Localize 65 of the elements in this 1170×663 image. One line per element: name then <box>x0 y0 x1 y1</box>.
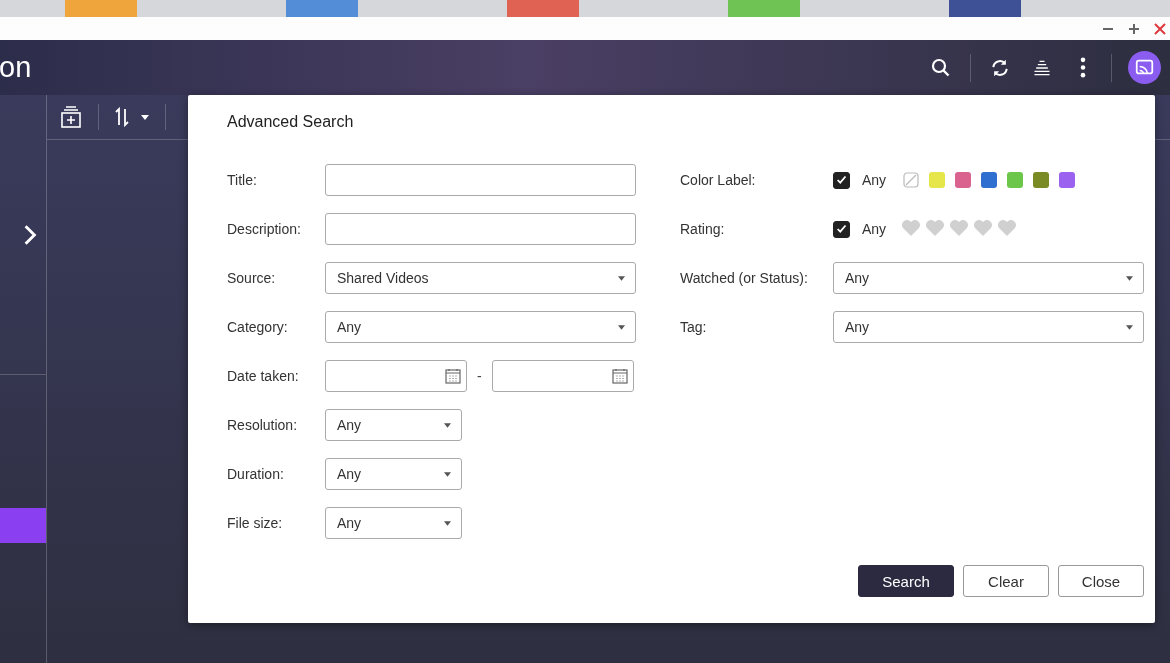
color-swatch[interactable] <box>1059 172 1076 188</box>
text-field[interactable] <box>325 164 636 196</box>
caret-icon <box>1126 275 1133 281</box>
any-label: Any <box>862 172 887 188</box>
close-icon[interactable] <box>1154 22 1166 35</box>
field-label: Source: <box>227 270 277 286</box>
color-swatch[interactable] <box>981 172 998 188</box>
heart-icon[interactable] <box>949 217 970 237</box>
checkbox[interactable] <box>833 171 850 189</box>
field-label: Watched (or Status): <box>680 270 809 286</box>
any-label: Any <box>862 221 887 237</box>
dialog-button[interactable]: Close <box>1058 565 1144 597</box>
field-label: Category: <box>227 319 289 335</box>
color-swatch[interactable] <box>1007 172 1024 188</box>
calendar-icon <box>445 368 461 384</box>
sort-icon[interactable] <box>115 107 149 127</box>
no-color-swatch[interactable] <box>903 172 920 188</box>
maximize-icon[interactable] <box>1128 22 1140 35</box>
color-swatch[interactable] <box>955 172 972 188</box>
heart-icon[interactable] <box>997 217 1018 237</box>
add-folder-icon[interactable] <box>60 106 82 128</box>
caret-icon <box>444 520 451 526</box>
more-icon[interactable] <box>1080 57 1086 78</box>
date-field[interactable] <box>491 360 634 392</box>
caret-icon <box>618 324 625 330</box>
chevron-right-icon[interactable] <box>23 224 37 246</box>
checkmark-icon <box>834 173 849 187</box>
checkmark-icon <box>834 222 849 236</box>
dialog-button[interactable]: Clear <box>963 565 1049 597</box>
field-label: Tag: <box>680 319 708 335</box>
dialog-button[interactable]: Search <box>858 565 954 597</box>
dropdown[interactable]: Shared Videos <box>325 262 636 294</box>
dialog-title: Advanced Search <box>227 113 355 131</box>
field-label: Rating: <box>680 221 726 237</box>
range-separator: - <box>477 368 482 384</box>
dropdown[interactable]: Any <box>833 311 1144 343</box>
refresh-icon[interactable] <box>990 57 1010 78</box>
date-field[interactable] <box>325 360 467 392</box>
heart-icon[interactable] <box>925 217 946 237</box>
dropdown[interactable]: Any <box>325 311 636 343</box>
text-field[interactable] <box>325 213 636 245</box>
field-label: Title: <box>227 172 258 188</box>
app-title: on <box>0 51 32 84</box>
dropdown[interactable]: Any <box>325 409 462 441</box>
caret-icon <box>1126 324 1133 330</box>
search-icon[interactable] <box>931 57 951 78</box>
cast-icon[interactable] <box>1128 51 1161 84</box>
field-label: Date taken: <box>227 368 300 384</box>
color-swatch[interactable] <box>1033 172 1050 188</box>
caret-icon <box>444 471 451 477</box>
checkbox[interactable] <box>833 220 850 238</box>
dropdown[interactable]: Any <box>325 458 462 490</box>
calendar-icon <box>611 368 628 384</box>
field-label: Duration: <box>227 466 285 482</box>
caret-icon <box>618 275 625 281</box>
field-label: Description: <box>227 221 302 237</box>
color-swatch[interactable] <box>929 172 946 188</box>
field-label: File size: <box>227 515 284 531</box>
field-label: Color Label: <box>680 172 757 188</box>
dropdown[interactable]: Any <box>325 507 462 539</box>
field-label: Resolution: <box>227 417 299 433</box>
caret-icon <box>444 422 451 428</box>
heart-icon[interactable] <box>901 217 922 237</box>
heart-icon[interactable] <box>973 217 994 237</box>
dropdown[interactable]: Any <box>833 262 1144 294</box>
